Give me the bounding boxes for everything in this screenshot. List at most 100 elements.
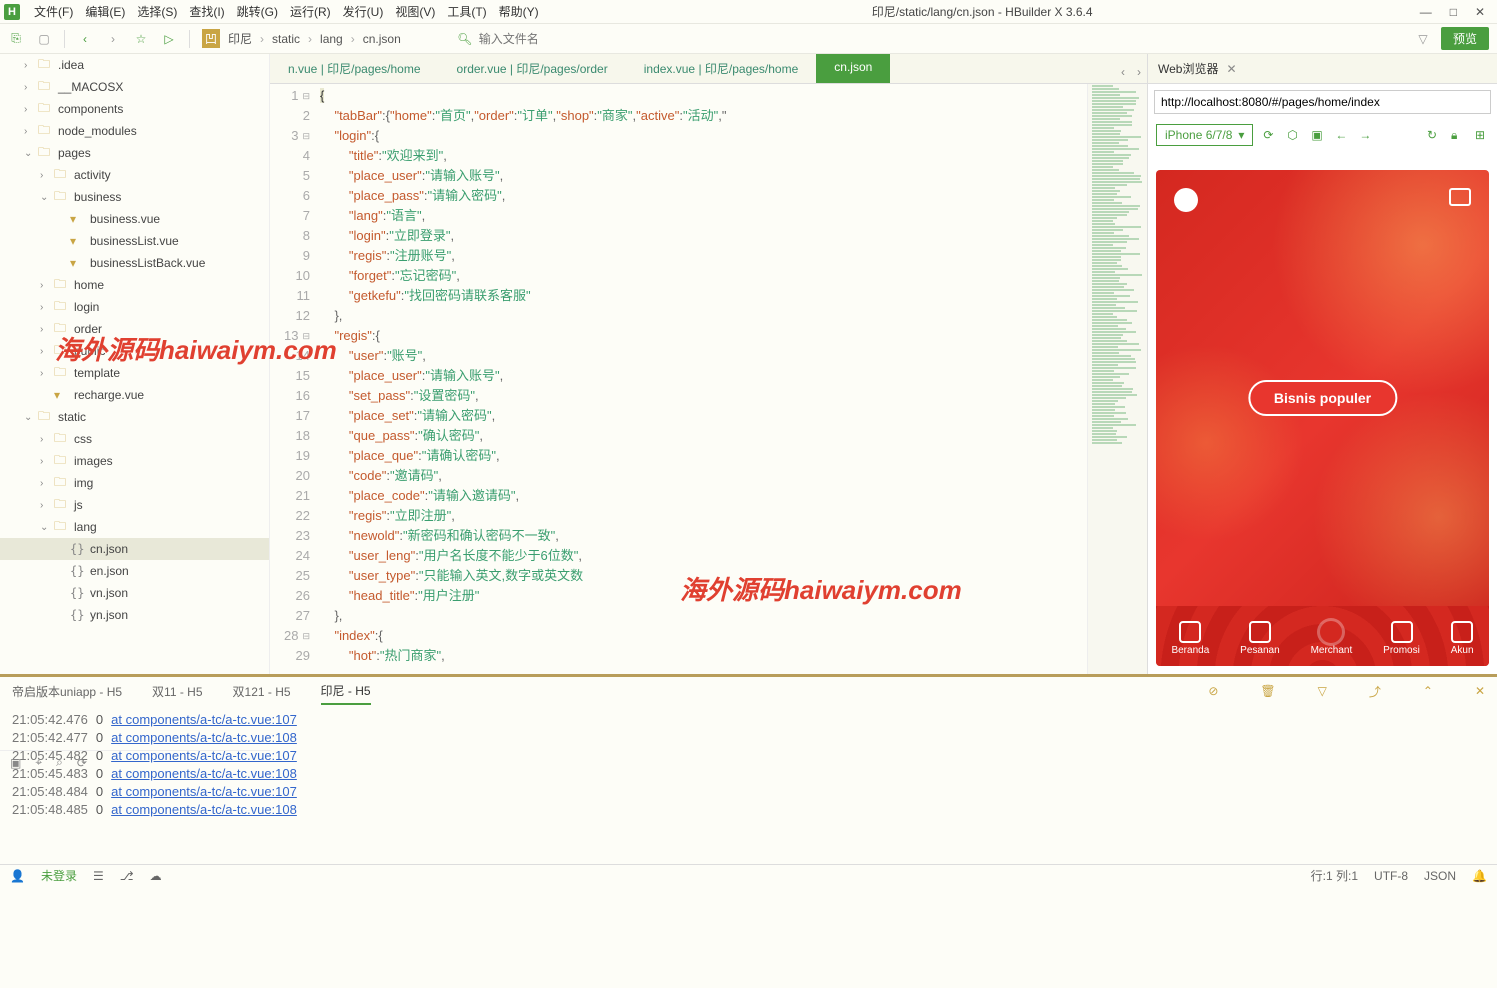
filter-icon[interactable]: ▽ bbox=[1318, 684, 1327, 698]
tree-item[interactable]: ⌄🗀lang bbox=[0, 516, 269, 538]
tree-item[interactable]: ›🗀login bbox=[0, 296, 269, 318]
close-panel-icon[interactable]: ✕ bbox=[1475, 684, 1485, 698]
menu-item[interactable]: 工具(T) bbox=[441, 3, 492, 21]
tree-item[interactable]: {}vn.json bbox=[0, 582, 269, 604]
tree-item[interactable]: ▾businessList.vue bbox=[0, 230, 269, 252]
menu-item[interactable]: 视图(V) bbox=[389, 3, 441, 21]
list-icon[interactable]: ☰ bbox=[93, 869, 104, 883]
menu-item[interactable]: 编辑(E) bbox=[79, 3, 131, 21]
console-tab[interactable]: 双11 - H5 bbox=[152, 679, 202, 704]
popular-button[interactable]: Bisnis populer bbox=[1248, 380, 1397, 416]
browser-tab-close-icon[interactable]: ✕ bbox=[1226, 62, 1236, 76]
filter-icon[interactable]: ▽ bbox=[1415, 31, 1431, 47]
forward-icon[interactable]: › bbox=[105, 31, 121, 47]
menu-item[interactable]: 帮助(Y) bbox=[493, 3, 545, 21]
minimize-icon[interactable]: — bbox=[1420, 5, 1432, 19]
language-mode[interactable]: JSON bbox=[1424, 869, 1456, 883]
console-link[interactable]: at components/a-tc/a-tc.vue:108 bbox=[111, 801, 297, 819]
nav-item[interactable]: Promosi bbox=[1383, 621, 1420, 656]
lock-icon[interactable]: 🔒︎ bbox=[1451, 128, 1465, 143]
tree-item[interactable]: {}yn.json bbox=[0, 604, 269, 626]
tab-prev-icon[interactable]: ‹ bbox=[1115, 61, 1131, 83]
device-preview[interactable]: Bisnis populer Beranda Pesanan Merchant Pro… bbox=[1156, 170, 1489, 666]
tree-item[interactable]: ›🗀activity bbox=[0, 164, 269, 186]
editor-tab[interactable]: index.vue | 印尼/pages/home bbox=[626, 54, 817, 83]
login-status[interactable]: 未登录 bbox=[41, 867, 77, 884]
maximize-icon[interactable]: □ bbox=[1450, 5, 1457, 19]
browser-tab-label[interactable]: Web浏览器 bbox=[1158, 60, 1218, 77]
new-file-icon[interactable]: ⎘ bbox=[8, 31, 24, 47]
tree-item[interactable]: ›🗀__MACOSX bbox=[0, 76, 269, 98]
cloud-icon[interactable]: ☁ bbox=[150, 869, 162, 883]
tree-item[interactable]: ›🗀images bbox=[0, 450, 269, 472]
tree-item[interactable]: ⌄🗀business bbox=[0, 186, 269, 208]
editor-tab[interactable]: cn.json bbox=[816, 54, 890, 83]
menu-item[interactable]: 选择(S) bbox=[131, 3, 183, 21]
minimap[interactable] bbox=[1087, 84, 1147, 674]
run-icon[interactable]: ▷ bbox=[161, 31, 177, 47]
user-icon[interactable]: 👤 bbox=[10, 869, 25, 883]
branch-icon[interactable]: ⎇ bbox=[120, 869, 134, 883]
refresh-icon[interactable]: ⟳ bbox=[1263, 128, 1277, 142]
editor-tab[interactable]: n.vue | 印尼/pages/home bbox=[270, 54, 439, 83]
clear-icon[interactable]: 🗑 bbox=[1260, 684, 1275, 698]
search-icon[interactable]: 🔍︎ bbox=[457, 31, 473, 47]
console-link[interactable]: at components/a-tc/a-tc.vue:107 bbox=[111, 783, 297, 801]
devtools-icon[interactable]: ⬡ bbox=[1287, 128, 1301, 142]
menu-item[interactable]: 文件(F) bbox=[28, 3, 79, 21]
tree-item[interactable]: ▾recharge.vue bbox=[0, 384, 269, 406]
device-select[interactable]: iPhone 6/7/8▾ bbox=[1156, 124, 1253, 146]
tree-item[interactable]: ›🗀css bbox=[0, 428, 269, 450]
message-icon[interactable] bbox=[1449, 188, 1471, 206]
editor-tab[interactable]: order.vue | 印尼/pages/order bbox=[439, 54, 626, 83]
menu-item[interactable]: 查找(I) bbox=[183, 3, 230, 21]
close-icon[interactable]: ✕ bbox=[1475, 5, 1485, 19]
preview-button[interactable]: 预览 bbox=[1441, 27, 1489, 50]
tree-item[interactable]: ›🗀js bbox=[0, 494, 269, 516]
tree-item[interactable]: ›🗀public bbox=[0, 340, 269, 362]
nav-item[interactable]: Merchant bbox=[1311, 621, 1353, 656]
stop-icon[interactable]: ⊘ bbox=[1208, 684, 1218, 698]
browser-url-input[interactable] bbox=[1154, 90, 1491, 114]
tree-item[interactable]: {}en.json bbox=[0, 560, 269, 582]
console-tab[interactable]: 帝启版本uniapp - H5 bbox=[12, 679, 122, 704]
nav-back-icon[interactable]: ← bbox=[1335, 128, 1349, 142]
notification-icon[interactable]: 🔔 bbox=[1472, 869, 1487, 883]
menu-item[interactable]: 跳转(G) bbox=[231, 3, 284, 21]
tree-item[interactable]: ⌄🗀static bbox=[0, 406, 269, 428]
reload-icon[interactable]: ↻ bbox=[1427, 128, 1441, 142]
nav-item[interactable]: Pesanan bbox=[1240, 621, 1279, 656]
menu-item[interactable]: 运行(R) bbox=[284, 3, 337, 21]
code-editor[interactable]: 1 ⊟23 ⊟45678910111213 ⊟14151617181920212… bbox=[270, 84, 1147, 674]
tree-item[interactable]: ›🗀order bbox=[0, 318, 269, 340]
export-icon[interactable]: ⤴ bbox=[1369, 683, 1381, 700]
tab-next-icon[interactable]: › bbox=[1131, 61, 1147, 83]
console-link[interactable]: at components/a-tc/a-tc.vue:107 bbox=[111, 711, 297, 729]
tree-item[interactable]: ›🗀img bbox=[0, 472, 269, 494]
tree-item[interactable]: {}cn.json bbox=[0, 538, 269, 560]
collapse-icon[interactable]: ⌃ bbox=[1423, 684, 1433, 698]
nav-item[interactable]: Akun bbox=[1451, 621, 1474, 656]
tree-item[interactable]: ›🗀template bbox=[0, 362, 269, 384]
file-search-input[interactable] bbox=[479, 32, 679, 46]
tree-item[interactable]: ›🗀components bbox=[0, 98, 269, 120]
nav-fwd-icon[interactable]: → bbox=[1359, 128, 1373, 142]
tree-item[interactable]: ›🗀node_modules bbox=[0, 120, 269, 142]
tree-item[interactable]: ›🗀home bbox=[0, 274, 269, 296]
console-tab[interactable]: 印尼 - H5 bbox=[321, 678, 371, 705]
encoding[interactable]: UTF-8 bbox=[1374, 869, 1408, 883]
avatar-icon[interactable] bbox=[1174, 188, 1198, 212]
screenshot-icon[interactable]: ▣ bbox=[1311, 128, 1325, 142]
console-tab[interactable]: 双121 - H5 bbox=[233, 679, 291, 704]
grid-icon[interactable]: ⊞ bbox=[1475, 128, 1489, 142]
console-link[interactable]: at components/a-tc/a-tc.vue:108 bbox=[111, 729, 297, 747]
tree-item[interactable]: ⌄🗀pages bbox=[0, 142, 269, 164]
tree-item[interactable]: ▾businessListBack.vue bbox=[0, 252, 269, 274]
tree-item[interactable]: ›🗀.idea bbox=[0, 54, 269, 76]
back-icon[interactable]: ‹ bbox=[77, 31, 93, 47]
star-icon[interactable]: ☆ bbox=[133, 31, 149, 47]
project-badge[interactable]: 凹 bbox=[202, 29, 220, 48]
menu-item[interactable]: 发行(U) bbox=[337, 3, 390, 21]
nav-item[interactable]: Beranda bbox=[1171, 621, 1209, 656]
open-folder-icon[interactable]: ▢ bbox=[36, 31, 52, 47]
